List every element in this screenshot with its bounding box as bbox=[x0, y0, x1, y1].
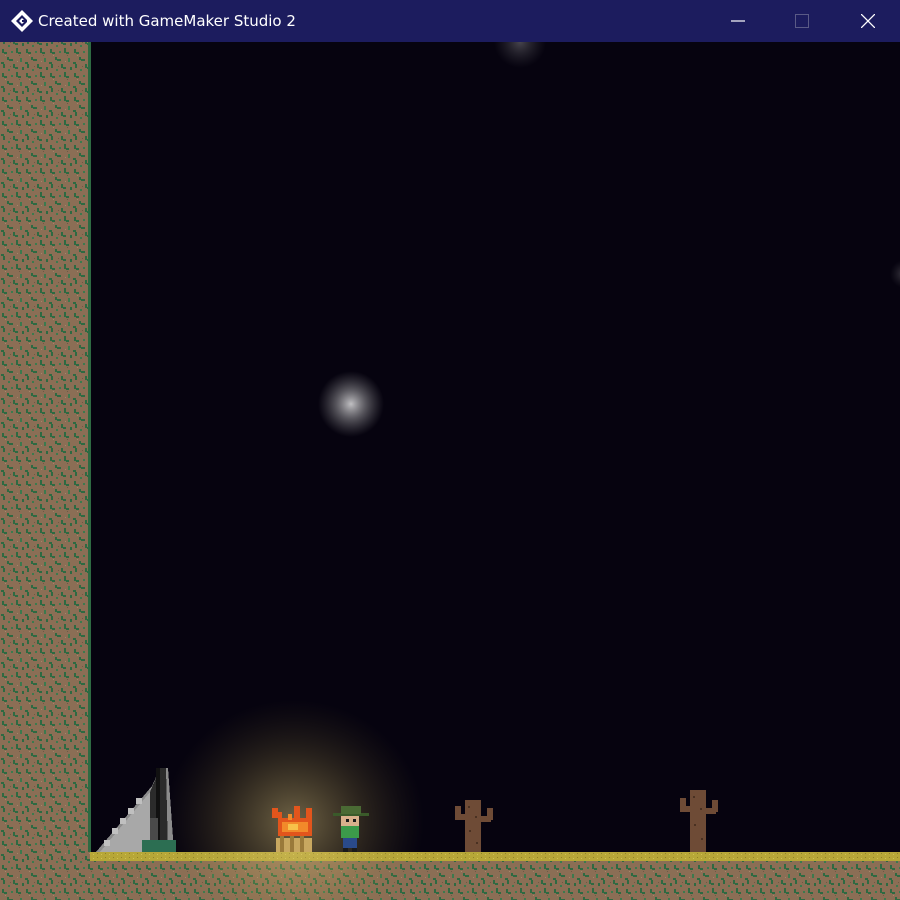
minimize-button[interactable] bbox=[706, 0, 770, 42]
close-icon bbox=[861, 14, 875, 28]
close-button[interactable] bbox=[836, 0, 900, 42]
night-sky bbox=[0, 42, 900, 900]
gamemaker-logo-icon bbox=[11, 10, 33, 32]
maximize-icon bbox=[795, 14, 809, 28]
window-title: Created with GameMaker Studio 2 bbox=[38, 12, 296, 30]
window-titlebar[interactable]: Created with GameMaker Studio 2 bbox=[0, 0, 900, 42]
dirt-wall bbox=[0, 42, 91, 900]
light-orb bbox=[318, 371, 384, 437]
minimize-icon bbox=[731, 20, 745, 22]
game-viewport[interactable] bbox=[0, 42, 900, 900]
maximize-button[interactable] bbox=[770, 0, 834, 42]
